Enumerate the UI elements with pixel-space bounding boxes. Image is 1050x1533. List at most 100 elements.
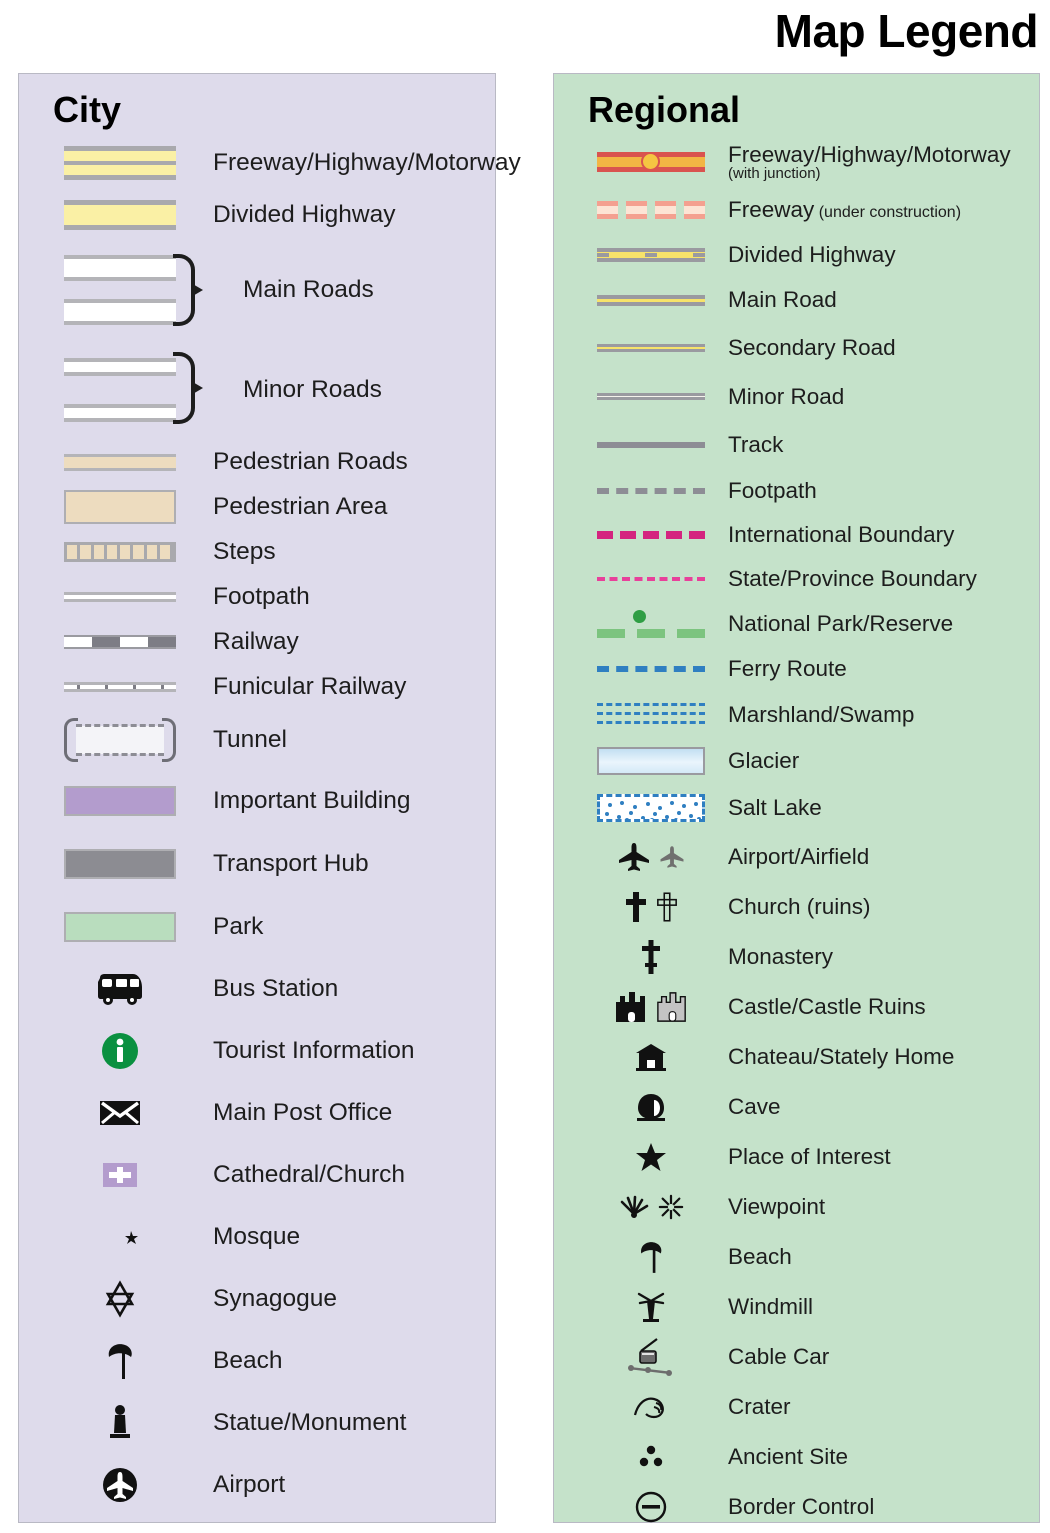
legend-item-steps: Steps [19, 530, 495, 575]
legend-item-pedestrian-roads: Pedestrian Roads [19, 440, 495, 485]
legend-label: Cathedral/Church [213, 1160, 406, 1188]
city-legend-rows: Freeway/Highway/Motorway Divided Highway… [19, 136, 521, 1516]
glacier-swatch [592, 746, 710, 775]
legend-label: Cable Car [728, 1343, 830, 1369]
cable-car-icon [592, 1337, 710, 1377]
legend-item-minor-roads: Minor Roads [19, 340, 495, 440]
legend-item-tourist-information: Tourist Information [19, 1020, 495, 1082]
regional-divided-highway-symbol [592, 248, 710, 263]
legend-item-important-building: Important Building [19, 770, 495, 833]
legend-item-regional-minor-road: Minor Road [554, 373, 1039, 421]
legend-item-regional-main-road: Main Road [554, 278, 1039, 323]
legend-item-regional-beach: Beach [554, 1232, 1039, 1282]
regional-footpath-symbol [592, 487, 710, 494]
legend-item-airport-airfield: Airport/Airfield [554, 832, 1039, 882]
legend-label: Main Road [728, 287, 837, 313]
minor-roads-brace [173, 351, 203, 424]
legend-label: Pedestrian Roads [213, 448, 408, 476]
legend-label: Secondary Road [728, 334, 896, 360]
legend-item-regional-divided-highway: Divided Highway [554, 233, 1039, 278]
legend-label: Transport Hub [213, 850, 369, 878]
beach-umbrella-icon [592, 1239, 710, 1275]
legend-label: Park [213, 912, 264, 940]
regional-secondary-road-symbol [592, 343, 710, 352]
legend-label: Cave [728, 1093, 781, 1119]
legend-item-regional-footpath: Footpath [554, 469, 1039, 513]
legend-label-text: Freeway [728, 197, 815, 223]
regional-legend-panel: Regional Freeway/Highway/Motorway (with … [553, 73, 1040, 1523]
legend-label: Railway [213, 628, 299, 656]
legend-item-castle: Castle/Castle Ruins [554, 982, 1039, 1032]
legend-label: Divided Highway [213, 200, 396, 228]
legend-label: Bus Station [213, 974, 339, 1002]
legend-item-ferry-route: Ferry Route [554, 647, 1039, 692]
legend-label: Tourist Information [213, 1036, 415, 1064]
legend-item-church-ruins: Church (ruins) [554, 882, 1039, 932]
legend-label: Footpath [728, 477, 817, 503]
regional-track-symbol [592, 441, 710, 448]
city-pedestrian-road-symbol [45, 453, 195, 471]
transport-hub-swatch [45, 849, 195, 880]
legend-item-footpath: Footpath [19, 575, 495, 620]
legend-item-international-boundary: International Boundary [554, 513, 1039, 557]
legend-label: Salt Lake [728, 794, 822, 820]
legend-item-mosque: Mosque [19, 1206, 495, 1268]
legend-item-ancient-site: Ancient Site [554, 1432, 1039, 1482]
legend-item-tunnel: Tunnel [19, 710, 495, 770]
ferry-route-line [592, 666, 710, 673]
legend-item-divided-highway: Divided Highway [19, 190, 495, 240]
border-control-icon [592, 1490, 710, 1524]
legend-item-track: Track [554, 421, 1039, 469]
legend-label: Marshland/Swamp [728, 701, 915, 727]
church-ruins-icon [592, 890, 710, 924]
legend-label: Mosque [213, 1222, 301, 1250]
legend-label: Freeway/Highway/Motorway (with junction) [728, 142, 1011, 182]
legend-label: Castle/Castle Ruins [728, 993, 926, 1019]
legend-label: Minor Roads [243, 375, 382, 403]
legend-item-statue-monument: Statue/Monument [19, 1392, 495, 1454]
windmill-icon [592, 1289, 710, 1325]
legend-item-funicular-railway: Funicular Railway [19, 665, 495, 710]
legend-item-chateau: Chateau/Stately Home [554, 1032, 1039, 1082]
legend-label: Airport [213, 1470, 286, 1498]
legend-item-transport-hub: Transport Hub [19, 833, 495, 896]
legend-item-monastery: Monastery [554, 932, 1039, 982]
legend-label: Main Roads [243, 275, 374, 303]
legend-label: Pedestrian Area [213, 493, 388, 521]
bus-icon [45, 972, 195, 1006]
legend-label: National Park/Reserve [728, 610, 954, 636]
legend-label: Main Post Office [213, 1098, 393, 1126]
legend-label: Track [728, 431, 784, 457]
legend-label: Monastery [728, 943, 834, 969]
information-icon [45, 1031, 195, 1071]
legend-label-sub: (with junction) [728, 164, 821, 182]
legend-item-main-post-office: Main Post Office [19, 1082, 495, 1144]
legend-item-synagogue: Synagogue [19, 1268, 495, 1330]
legend-label: Crater [728, 1393, 791, 1419]
legend-item-glacier: Glacier [554, 738, 1039, 784]
page-title: Map Legend [774, 5, 1039, 57]
legend-label: Windmill [728, 1293, 814, 1319]
cave-icon [592, 1091, 710, 1123]
legend-label: Statue/Monument [213, 1408, 407, 1436]
city-tunnel-symbol [45, 717, 195, 762]
regional-freeway-uc-symbol [592, 201, 710, 220]
legend-item-salt-lake: Salt Lake [554, 784, 1039, 832]
marshland-pattern [592, 701, 710, 729]
crater-icon [592, 1393, 710, 1421]
legend-item-viewpoint: Viewpoint [554, 1182, 1039, 1232]
chateau-icon [592, 1042, 710, 1072]
legend-item-border-control: Border Control [554, 1482, 1039, 1532]
legend-item-crater: Crater [554, 1382, 1039, 1432]
airplane-icon [592, 842, 710, 872]
legend-item-cable-car: Cable Car [554, 1332, 1039, 1382]
legend-label: Important Building [213, 787, 411, 815]
statue-icon [45, 1403, 195, 1443]
legend-label: Beach [213, 1346, 283, 1374]
envelope-icon [45, 1098, 195, 1128]
legend-label: Ancient Site [728, 1443, 849, 1469]
legend-label: State/Province Boundary [728, 565, 977, 591]
legend-label: Glacier [728, 747, 800, 773]
star-of-david-icon [45, 1279, 195, 1318]
state-boundary-line [592, 576, 710, 581]
